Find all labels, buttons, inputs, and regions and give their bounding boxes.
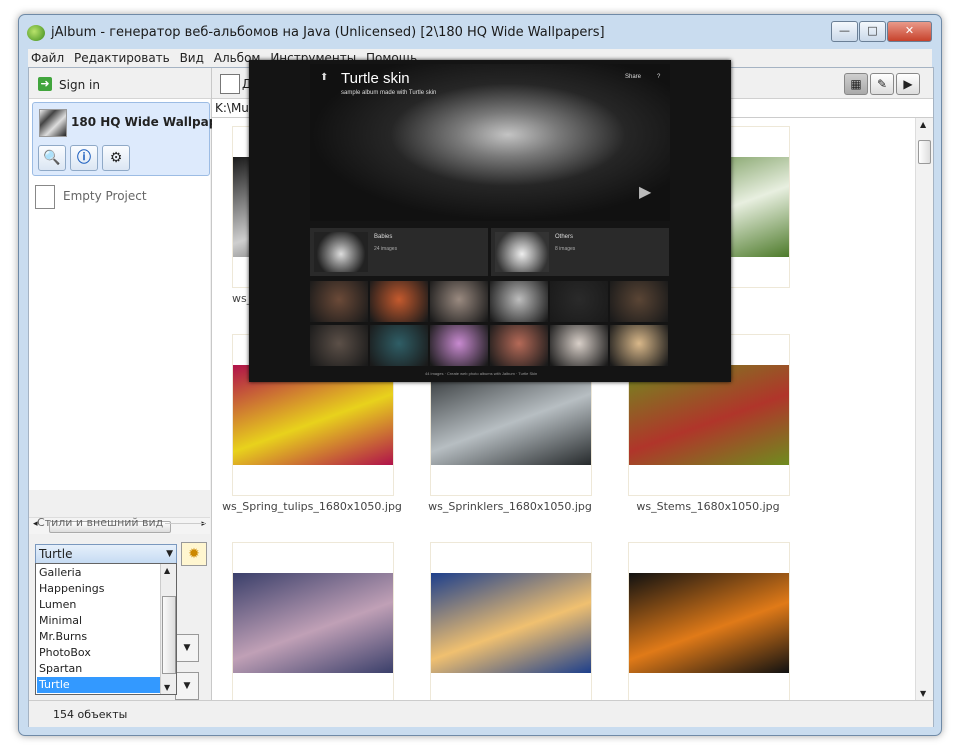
document-icon <box>35 185 55 209</box>
preview-tile <box>550 281 608 322</box>
menu-edit[interactable]: Редактировать <box>71 49 173 65</box>
preview-tile <box>610 325 668 366</box>
project-thumbnail <box>39 109 67 137</box>
preview-share: Share <box>625 74 642 80</box>
dropdown-button[interactable]: ▼ <box>175 634 199 662</box>
preview-hero-image <box>310 64 670 221</box>
folder-count: 24 images <box>374 246 398 252</box>
project-item-selected[interactable]: 180 HQ Wide Wallpapers 🔍 ⓘ ⚙ <box>32 102 239 176</box>
folder-thumbnail <box>314 232 368 272</box>
style-option-selected[interactable]: Turtle <box>37 677 161 693</box>
skin-preview-popup: ⬆ Turtle skin sample album made with Tur… <box>249 60 731 382</box>
project-list: 180 HQ Wide Wallpapers 🔍 ⓘ ⚙ Empty Proje… <box>29 99 239 534</box>
scroll-right-icon[interactable]: ▸ <box>201 519 206 529</box>
status-text: 154 объекты <box>53 708 128 721</box>
preview-tile <box>370 281 428 322</box>
thumbnail-image <box>629 573 789 673</box>
up-arrow-icon: ⬆ <box>320 72 329 83</box>
thumbnail-image <box>431 573 591 673</box>
section-divider <box>165 523 205 524</box>
settings-icon: ⚙ <box>109 150 123 166</box>
preview-subtitle: sample album made with Turtle skin <box>341 90 437 96</box>
edit-icon: ✎ <box>876 77 888 91</box>
menu-file[interactable]: Файл <box>28 49 67 65</box>
folder-thumbnail <box>495 232 549 272</box>
thumbnail-card[interactable] <box>430 542 592 704</box>
grid-view-icon: ▦ <box>850 77 862 91</box>
preview-view-button[interactable]: ▶ <box>896 73 920 95</box>
project-item-empty[interactable]: Empty Project <box>35 185 205 209</box>
search-button[interactable]: 🔍 <box>38 145 66 171</box>
sign-in-button[interactable]: ➜ Sign in <box>29 68 211 99</box>
skin-tool-icon: ✹ <box>188 546 200 562</box>
vertical-scrollbar[interactable]: ▲ ▼ <box>915 118 933 700</box>
preview-tile <box>490 325 548 366</box>
thumbnail-image <box>233 573 393 673</box>
title-bar[interactable]: jAlbum - генератор веб-альбомов на Java … <box>19 15 941 49</box>
style-option[interactable]: Mr.Burns <box>37 629 161 645</box>
preview-tile <box>310 281 368 322</box>
preview-tile <box>370 325 428 366</box>
minimize-button[interactable]: — <box>831 21 858 42</box>
style-option[interactable]: PhotoBox <box>37 645 161 661</box>
window-title: jAlbum - генератор веб-альбомов на Java … <box>51 25 605 40</box>
scroll-thumb[interactable] <box>918 140 931 164</box>
preview-tile <box>310 325 368 366</box>
dropdown-scrollbar[interactable]: ▲ ▼ <box>160 564 176 694</box>
thumbnail-caption: ws_Stems_1680x1050.jpg <box>636 500 780 513</box>
preview-tile <box>430 281 488 322</box>
grid-view-button[interactable]: ▦ <box>844 73 868 95</box>
maximize-button[interactable]: □ <box>859 21 886 42</box>
style-settings-button[interactable]: ✹ <box>181 542 207 566</box>
preview-tile <box>430 325 488 366</box>
style-option[interactable]: Lumen <box>37 597 161 613</box>
scroll-up-icon[interactable]: ▲ <box>164 566 170 575</box>
style-option[interactable]: Happenings <box>37 581 161 597</box>
menu-view[interactable]: Вид <box>177 49 207 65</box>
close-button[interactable]: ✕ <box>887 21 932 42</box>
search-icon: 🔍 <box>43 150 61 166</box>
preview-help: ? <box>657 74 661 80</box>
style-dropdown-list: Galleria Happenings Lumen Minimal Mr.Bur… <box>35 563 177 695</box>
left-panel: ➜ Sign in 180 HQ Wide Wallpapers 🔍 ⓘ ⚙ E… <box>29 68 239 700</box>
jalbum-logo-icon <box>27 25 45 41</box>
settings-button[interactable]: ⚙ <box>102 145 130 171</box>
folder-count: 8 images <box>555 246 576 252</box>
sign-in-label: Sign in <box>59 78 100 92</box>
preview-folder: Others 8 images <box>491 228 669 276</box>
style-option[interactable]: Galleria <box>37 565 161 581</box>
style-select-value: Turtle <box>39 547 73 561</box>
dropdown-button-2[interactable]: ▼ <box>175 672 199 700</box>
preview-tile <box>610 281 668 322</box>
info-icon: ⓘ <box>77 150 91 166</box>
chevron-down-icon: ▼ <box>166 549 173 559</box>
scroll-down-icon[interactable]: ▼ <box>164 683 170 692</box>
preview-title: Turtle skin <box>341 70 410 87</box>
dropdown-scroll-thumb[interactable] <box>162 596 176 674</box>
preview-icon: ▶ <box>903 77 913 91</box>
style-option[interactable]: Spartan <box>37 661 161 677</box>
project-item-label: Empty Project <box>63 189 147 203</box>
preview-tile <box>550 325 608 366</box>
thumbnail-caption: ws_Spring_tulips_1680x1050.jpg <box>222 500 402 513</box>
thumbnail-card[interactable] <box>232 542 394 704</box>
style-option[interactable]: Minimal <box>37 613 161 629</box>
add-files-icon[interactable] <box>220 74 240 94</box>
styles-section-label: Стили и внешний вид <box>37 516 164 529</box>
style-select[interactable]: Turtle ▼ <box>35 544 177 564</box>
folder-name: Others <box>555 234 574 240</box>
status-bar: 154 объекты <box>29 700 933 727</box>
play-icon: ▶ <box>639 184 652 201</box>
thumbnail-card[interactable] <box>628 542 790 704</box>
sign-in-arrow-icon: ➜ <box>38 77 52 91</box>
preview-folder: Babies 24 images <box>310 228 488 276</box>
preview-tile <box>490 281 548 322</box>
folder-name: Babies <box>374 234 393 240</box>
scroll-up-icon[interactable]: ▲ <box>920 120 926 129</box>
info-button[interactable]: ⓘ <box>70 145 98 171</box>
scroll-down-icon[interactable]: ▼ <box>920 689 926 698</box>
edit-view-button[interactable]: ✎ <box>870 73 894 95</box>
preview-footer: 44 images · Create web photo albums with… <box>425 371 538 376</box>
thumbnail-caption: ws_Sprinklers_1680x1050.jpg <box>428 500 592 513</box>
